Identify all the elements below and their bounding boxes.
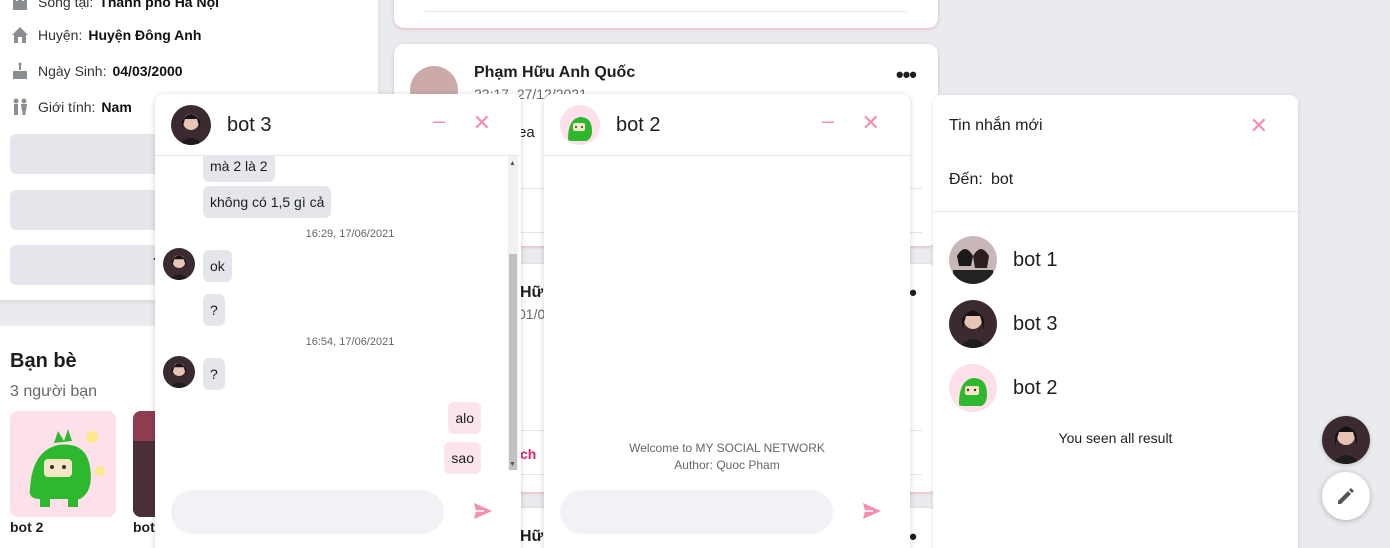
lives-in-value: Thành phố Hà Nội bbox=[99, 0, 220, 10]
friend-name-bot[interactable]: bot bbox=[133, 519, 155, 535]
post-time: 01/0 bbox=[518, 306, 546, 322]
message-bubble: ok bbox=[203, 250, 232, 282]
post-author-name[interactable]: Hữ bbox=[520, 528, 543, 546]
chat-window-bot-2: bot 2 – ✕ Welcome to MY SOCIAL NETWORK A… bbox=[544, 94, 910, 548]
chat-title[interactable]: bot 3 bbox=[227, 114, 271, 137]
chat-window-bot-3: bot 3 – ✕ mà 2 là 2 không có 1,5 gì cả 1… bbox=[155, 94, 521, 548]
home-icon bbox=[10, 25, 30, 45]
birthday-label: Ngày Sinh: bbox=[38, 63, 107, 79]
post-more-button[interactable]: • bbox=[909, 280, 917, 306]
friends-count: 3 người bạn bbox=[10, 383, 98, 400]
result-avatar bbox=[949, 236, 997, 284]
district-row: Huyện: Huyện Đông Anh bbox=[10, 25, 201, 45]
cake-icon bbox=[10, 61, 30, 81]
post-more-button[interactable]: ••• bbox=[896, 62, 917, 88]
result-name: bot 3 bbox=[1013, 312, 1058, 335]
my-message-bubble: alo bbox=[448, 402, 481, 434]
chat-scrollbar[interactable]: ▲ ▼ bbox=[508, 156, 518, 470]
message-bubble: không có 1,5 gì cả bbox=[203, 186, 332, 218]
minimize-icon[interactable]: – bbox=[433, 108, 445, 134]
friends-title: Bạn bè bbox=[10, 350, 77, 372]
post-divider bbox=[425, 11, 907, 12]
recipient-input[interactable]: bot bbox=[991, 171, 1013, 189]
message-input[interactable] bbox=[560, 490, 833, 534]
chat-avatar[interactable] bbox=[171, 105, 211, 145]
new-message-panel: Tin nhắn mới ✕ Đến: bot bot 1 bot 3 bot … bbox=[933, 95, 1298, 548]
result-avatar bbox=[949, 364, 997, 412]
friend-name-bot-2[interactable]: bot 2 bbox=[10, 519, 43, 535]
chat-avatar[interactable] bbox=[560, 105, 600, 145]
district-label: Huyện: bbox=[38, 27, 83, 43]
message-bubble: ? bbox=[203, 358, 225, 390]
welcome-text: Welcome to MY SOCIAL NETWORK bbox=[629, 441, 825, 455]
my-message-bubble: sao bbox=[444, 442, 481, 474]
lives-in-label: Sống tại: bbox=[38, 0, 94, 10]
new-message-title: Tin nhắn mới bbox=[949, 117, 1043, 134]
scroll-up-arrow-icon[interactable]: ▲ bbox=[509, 160, 516, 167]
post-action-link[interactable]: ch bbox=[520, 446, 536, 462]
result-name: bot 1 bbox=[1013, 248, 1058, 271]
building-icon bbox=[10, 0, 30, 12]
dino-avatar-icon bbox=[29, 429, 105, 507]
pencil-icon bbox=[1338, 488, 1354, 504]
birthday-value: 04/03/2000 bbox=[112, 63, 183, 79]
message-timestamp: 16:29, 17/06/2021 bbox=[305, 228, 395, 240]
post-author-name[interactable]: Phạm Hữu Anh Quốc bbox=[474, 64, 635, 82]
post-card-top bbox=[394, 0, 938, 28]
search-result-item[interactable]: bot 2 bbox=[949, 364, 1057, 412]
divider bbox=[933, 211, 1298, 212]
gender-value: Nam bbox=[101, 99, 132, 115]
lives-in-row: Sống tại: Thành phố Hà Nội bbox=[10, 0, 219, 12]
search-result-item[interactable]: bot 3 bbox=[949, 300, 1057, 348]
search-result-item[interactable]: bot 1 bbox=[949, 236, 1057, 284]
scrollbar-thumb[interactable] bbox=[509, 254, 517, 470]
send-icon[interactable] bbox=[473, 501, 493, 521]
chat-messages: mà 2 là 2 không có 1,5 gì cả 16:29, 17/0… bbox=[155, 156, 521, 474]
results-footer: You seen all result bbox=[1058, 430, 1173, 446]
message-avatar bbox=[163, 248, 195, 280]
district-value: Huyện Đông Anh bbox=[88, 27, 202, 43]
message-timestamp: 16:54, 17/06/2021 bbox=[305, 336, 395, 348]
send-icon[interactable] bbox=[862, 501, 882, 521]
gender-label: Giới tính: bbox=[38, 99, 96, 115]
message-avatar bbox=[163, 356, 195, 388]
message-bubble: mà 2 là 2 bbox=[203, 156, 275, 182]
message-bubble: ? bbox=[203, 294, 225, 326]
friend-tile-bot-2[interactable] bbox=[10, 411, 116, 517]
recipient-label: Đến: bbox=[949, 171, 983, 188]
gender-icon bbox=[10, 97, 30, 117]
close-icon[interactable]: ✕ bbox=[1250, 113, 1268, 139]
new-message-button[interactable] bbox=[1322, 472, 1370, 520]
message-input[interactable] bbox=[171, 490, 444, 534]
post-more-button[interactable]: • bbox=[909, 524, 917, 548]
chat-header: bot 2 – ✕ bbox=[544, 94, 910, 156]
gender-row: Giới tính: Nam bbox=[10, 97, 132, 117]
author-text: Author: Quoc Pham bbox=[674, 458, 780, 472]
minimize-icon[interactable]: – bbox=[822, 108, 834, 134]
floating-chat-avatar[interactable] bbox=[1322, 416, 1370, 464]
result-avatar bbox=[949, 300, 997, 348]
chat-header: bot 3 – ✕ bbox=[155, 94, 521, 156]
chat-title[interactable]: bot 2 bbox=[616, 114, 660, 137]
birthday-row: Ngày Sinh: 04/03/2000 bbox=[10, 61, 183, 81]
scroll-down-arrow-icon[interactable]: ▼ bbox=[509, 461, 516, 468]
post-author-name[interactable]: Hữ bbox=[520, 284, 543, 302]
close-icon[interactable]: ✕ bbox=[862, 110, 880, 136]
close-icon[interactable]: ✕ bbox=[473, 110, 491, 136]
result-name: bot 2 bbox=[1013, 376, 1058, 399]
